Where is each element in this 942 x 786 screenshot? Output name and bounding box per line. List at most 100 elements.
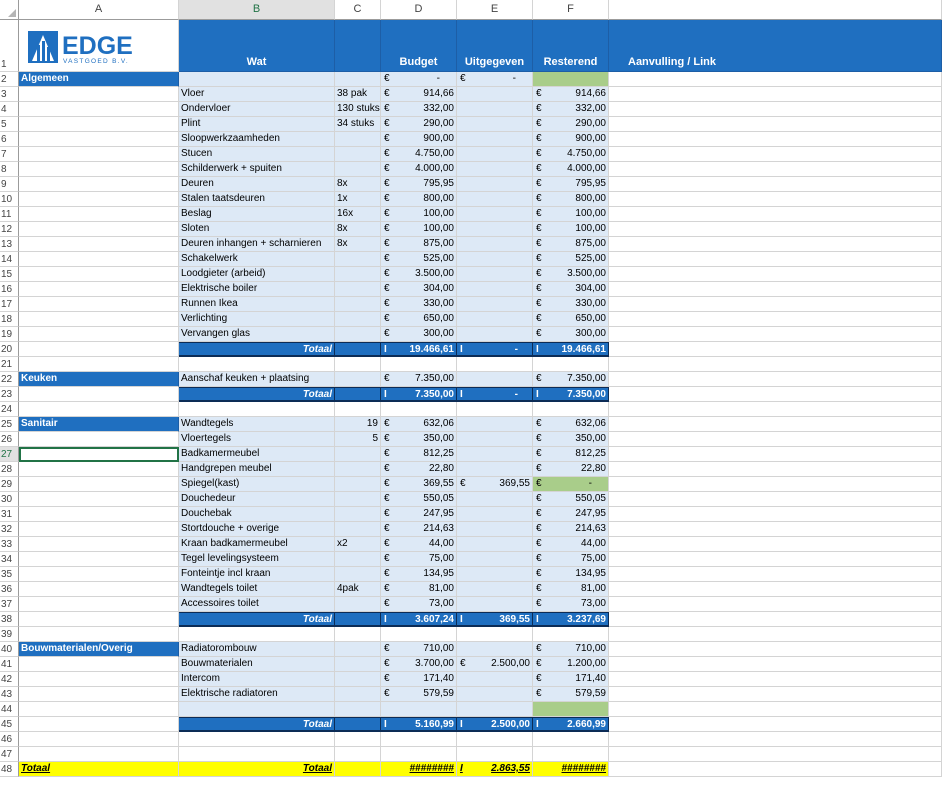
cell-b[interactable]: Schilderwerk + spuiten: [179, 162, 335, 177]
cell-f[interactable]: I 19.466,61: [533, 342, 609, 357]
cell-a[interactable]: [19, 267, 179, 282]
row-header[interactable]: 44: [0, 702, 19, 717]
cell-d[interactable]: €875,00: [381, 237, 457, 252]
cell-g[interactable]: [609, 372, 942, 387]
row-header[interactable]: 34: [0, 552, 19, 567]
cell-g[interactable]: [609, 747, 942, 762]
cell-c[interactable]: 19: [335, 417, 381, 432]
cell-g[interactable]: [609, 192, 942, 207]
cell-a[interactable]: [19, 237, 179, 252]
cell-g[interactable]: [609, 597, 942, 612]
cell-b[interactable]: Wandtegels toilet: [179, 582, 335, 597]
cell-c[interactable]: 8x: [335, 222, 381, 237]
cell-b[interactable]: Totaal: [179, 612, 335, 627]
row-header[interactable]: 22: [0, 372, 19, 387]
cell-c[interactable]: 34 stuks: [335, 117, 381, 132]
cell-b[interactable]: Douchedeur: [179, 492, 335, 507]
cell-g[interactable]: [609, 507, 942, 522]
cell-e[interactable]: [457, 507, 533, 522]
cell-c[interactable]: [335, 552, 381, 567]
cell-g[interactable]: [609, 87, 942, 102]
row-header[interactable]: 24: [0, 402, 19, 417]
cell-c[interactable]: 38 pak: [335, 87, 381, 102]
cell-d[interactable]: €650,00: [381, 312, 457, 327]
column-header-a[interactable]: A: [19, 0, 179, 20]
cell-a[interactable]: Totaal: [19, 762, 179, 777]
cell-c[interactable]: [335, 372, 381, 387]
cell-c[interactable]: 130 stuks: [335, 102, 381, 117]
cell-a[interactable]: [19, 537, 179, 552]
header-budget[interactable]: Budget: [381, 20, 457, 72]
cell-b[interactable]: Radiatorombouw: [179, 642, 335, 657]
cell-b[interactable]: [179, 627, 335, 642]
cell-d[interactable]: €3.700,00: [381, 657, 457, 672]
cell-d[interactable]: €800,00: [381, 192, 457, 207]
cell-e[interactable]: [457, 492, 533, 507]
cell-g[interactable]: [609, 177, 942, 192]
cell-b[interactable]: Sloten: [179, 222, 335, 237]
cell-g[interactable]: [609, 312, 942, 327]
cell-b[interactable]: Loodgieter (arbeid): [179, 267, 335, 282]
cell-c[interactable]: [335, 717, 381, 732]
cell-e[interactable]: [457, 582, 533, 597]
cell-b[interactable]: Badkamermeubel: [179, 447, 335, 462]
column-header-c[interactable]: C: [335, 0, 381, 20]
row-header[interactable]: 46: [0, 732, 19, 747]
cell-a[interactable]: [19, 507, 179, 522]
cell-d[interactable]: €300,00: [381, 327, 457, 342]
cell-g[interactable]: [609, 657, 942, 672]
row-header[interactable]: 28: [0, 462, 19, 477]
cell-b[interactable]: Bouwmaterialen: [179, 657, 335, 672]
cell-g[interactable]: [609, 267, 942, 282]
cell-d[interactable]: €22,80: [381, 462, 457, 477]
cell-f[interactable]: €134,95: [533, 567, 609, 582]
cell-c[interactable]: [335, 627, 381, 642]
cell-c[interactable]: [335, 387, 381, 402]
cell-a[interactable]: [19, 492, 179, 507]
cell-b[interactable]: Sloopwerkzaamheden: [179, 132, 335, 147]
cell-b[interactable]: Beslag: [179, 207, 335, 222]
cell-c[interactable]: [335, 732, 381, 747]
row-header[interactable]: 2: [0, 72, 19, 87]
cell-b[interactable]: Elektrische radiatoren: [179, 687, 335, 702]
cell-f[interactable]: €332,00: [533, 102, 609, 117]
cell-c[interactable]: [335, 327, 381, 342]
cell-e[interactable]: [457, 537, 533, 552]
row-header[interactable]: 30: [0, 492, 19, 507]
cell-e[interactable]: [457, 117, 533, 132]
cell-e[interactable]: [457, 417, 533, 432]
cell-g[interactable]: [609, 132, 942, 147]
row-header[interactable]: 39: [0, 627, 19, 642]
cell-c[interactable]: [335, 162, 381, 177]
row-header[interactable]: 40: [0, 642, 19, 657]
cell-c[interactable]: [335, 492, 381, 507]
cell-a[interactable]: [19, 192, 179, 207]
cell-c[interactable]: 4pak: [335, 582, 381, 597]
cell-d[interactable]: €290,00: [381, 117, 457, 132]
row-header[interactable]: 35: [0, 567, 19, 582]
cell-b[interactable]: Deuren: [179, 177, 335, 192]
cell-e[interactable]: [457, 672, 533, 687]
cell-e[interactable]: [457, 522, 533, 537]
cell-b[interactable]: [179, 402, 335, 417]
row-header[interactable]: 29: [0, 477, 19, 492]
cell-d[interactable]: [381, 627, 457, 642]
cell-f[interactable]: €650,00: [533, 312, 609, 327]
cell-e[interactable]: [457, 597, 533, 612]
cell-a[interactable]: [19, 222, 179, 237]
cell-d[interactable]: €710,00: [381, 642, 457, 657]
cell-b[interactable]: Fonteintje incl kraan: [179, 567, 335, 582]
cell-b[interactable]: Spiegel(kast): [179, 477, 335, 492]
cell-g[interactable]: [609, 417, 942, 432]
cell-a[interactable]: [19, 312, 179, 327]
cell-g[interactable]: [609, 432, 942, 447]
cell-d[interactable]: €100,00: [381, 222, 457, 237]
cell-d[interactable]: €4.000,00: [381, 162, 457, 177]
cell-e[interactable]: [457, 162, 533, 177]
cell-a[interactable]: [19, 327, 179, 342]
cell-f[interactable]: I 2.660,99: [533, 717, 609, 732]
cell-b[interactable]: Handgrepen meubel: [179, 462, 335, 477]
row-header[interactable]: 5: [0, 117, 19, 132]
column-header-b[interactable]: B: [179, 0, 335, 20]
cell-a[interactable]: [19, 582, 179, 597]
